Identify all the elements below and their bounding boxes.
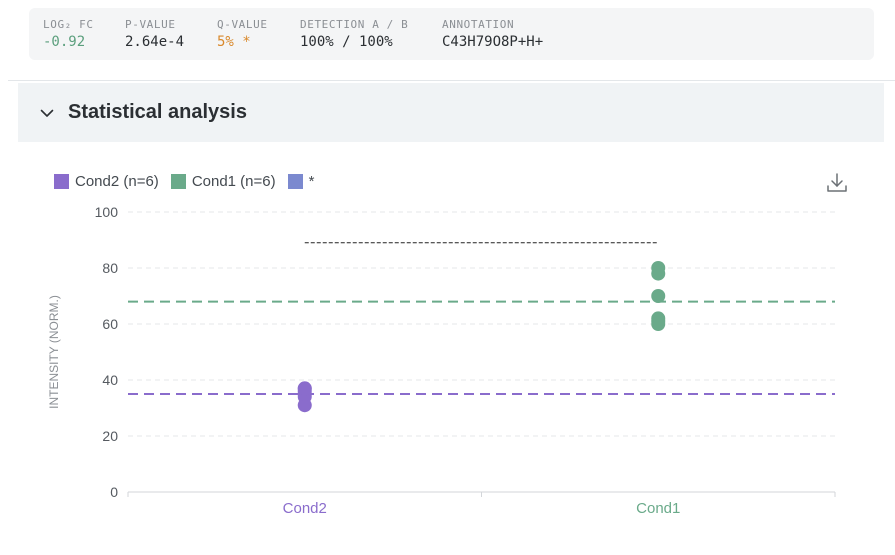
stat-annotation: ANNOTATION C43H79O8P+H+	[442, 18, 543, 50]
legend-label: Cond2 (n=6)	[75, 172, 159, 190]
data-point	[651, 289, 666, 303]
chart-legend: Cond2 (n=6) Cond1 (n=6) *	[54, 171, 326, 191]
legend-item-cond1[interactable]: Cond1 (n=6)	[170, 172, 276, 190]
y-axis-label: INTENSITY (NORM.)	[47, 295, 61, 409]
strip-chart: 0 20 40 60 80 100 Cond2 Cond1 INTENSITY (NORM.)	[47, 204, 836, 517]
stat-label: P-VALUE	[125, 18, 176, 31]
stat-log2fc: LOG₂ FC -0.92	[43, 18, 94, 50]
stat-value: 2.64e-4	[125, 34, 185, 50]
legend-swatch	[287, 173, 303, 189]
stat-value: 5% *	[217, 34, 251, 50]
section-divider	[8, 80, 895, 81]
stat-label: DETECTION A / B	[300, 18, 409, 31]
stat-detection: DETECTION A / B 100% / 100%	[300, 18, 408, 50]
stat-label: ANNOTATION	[442, 18, 515, 31]
legend-swatch	[54, 173, 69, 189]
legend-item-cond2[interactable]: Cond2 (n=6)	[54, 173, 159, 190]
download-icon[interactable]	[826, 172, 848, 194]
chevron-down-icon[interactable]	[40, 106, 54, 120]
x-category-label: Cond1	[636, 500, 680, 517]
data-point	[297, 381, 312, 396]
data-point	[651, 261, 666, 275]
legend-swatch	[170, 173, 186, 189]
stat-label: LOG₂ FC	[43, 18, 94, 31]
data-point	[651, 311, 666, 326]
stat-label: Q-VALUE	[217, 18, 268, 31]
stat-value: C43H79O8P+H+	[442, 34, 544, 50]
stats-summary-bar: LOG₂ FC -0.92 P-VALUE 2.64e-4 Q-VALUE 5%…	[29, 8, 874, 60]
stat-value: -0.92	[43, 34, 86, 50]
statistical-analysis-header[interactable]: Statistical analysis	[18, 83, 884, 142]
y-tick-label: 80	[102, 260, 118, 276]
legend-label: *	[308, 172, 315, 190]
y-tick-label: 40	[102, 372, 118, 388]
y-tick-label: 60	[102, 316, 118, 332]
y-tick-label: 0	[110, 484, 118, 500]
legend-label: Cond1 (n=6)	[191, 172, 276, 190]
stat-q-value: Q-VALUE 5% *	[217, 18, 268, 50]
x-category-label: Cond2	[283, 500, 327, 517]
stat-p-value: P-VALUE 2.64e-4	[125, 18, 184, 50]
y-tick-label: 20	[102, 428, 118, 444]
y-tick-label: 100	[95, 204, 119, 220]
stat-value: 100% / 100%	[300, 34, 393, 50]
legend-item-significance[interactable]: *	[287, 172, 315, 190]
section-title: Statistical analysis	[68, 101, 247, 123]
